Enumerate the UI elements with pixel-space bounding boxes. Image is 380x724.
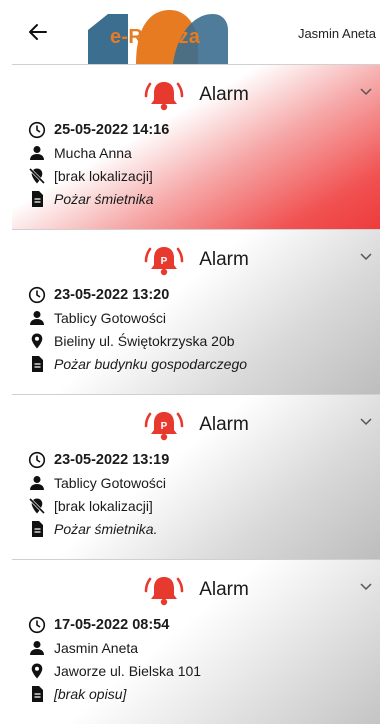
alarm-description-row: Pożar budynku gospodarczego [28, 353, 247, 375]
alarm-date: 23-05-2022 13:20 [54, 287, 170, 303]
alarm-description-row: Pożar śmietnika [28, 188, 154, 210]
clock-icon [28, 451, 46, 469]
alarm-person: Mucha Anna [54, 145, 132, 161]
alarm-description: Pożar śmietnika [54, 191, 154, 207]
logo-text: e-Remiza [110, 26, 201, 48]
alarm-date: 23-05-2022 13:19 [54, 452, 170, 468]
location-off-icon [28, 167, 46, 185]
location-off-icon [28, 497, 46, 515]
bell-p-icon: P [144, 247, 184, 276]
clock-icon [28, 121, 46, 139]
alarm-location: Bieliny ul. Świętokrzyska 20b [54, 333, 235, 349]
document-icon [32, 356, 43, 372]
document-icon [32, 521, 43, 537]
document-icon [32, 686, 43, 702]
alarm-date-row: 17-05-2022 08:54 [28, 614, 169, 636]
alarm-person: Jasmin Aneta [54, 640, 139, 656]
alarm-date: 17-05-2022 08:54 [54, 617, 170, 633]
chevron-down-icon[interactable] [358, 248, 374, 264]
alarm-card[interactable]: P Alarm 23-05-2022 13:20 Tablicy Gotowoś… [12, 229, 380, 394]
alarm-person-row: Tablicy Gotowości [28, 307, 166, 329]
clock-icon [28, 616, 46, 634]
alarm-description: Pożar śmietnika. [54, 521, 158, 537]
top-app-bar: e-Remiza Jasmin Aneta [0, 0, 380, 64]
alarm-header: Alarm [12, 572, 380, 608]
alarm-location-row: [brak lokalizacji] [28, 165, 153, 187]
clock-icon [28, 286, 46, 304]
location-pin-icon [31, 663, 43, 679]
alarm-date-row: 23-05-2022 13:20 [28, 284, 169, 306]
document-icon [32, 191, 43, 207]
alarm-title: Alarm [199, 84, 249, 105]
alarm-location-row: Jaworze ul. Bielska 101 [28, 660, 201, 682]
alarm-date-row: 25-05-2022 14:16 [28, 119, 169, 141]
alarm-location: [brak lokalizacji] [54, 498, 153, 514]
alarm-location: [brak lokalizacji] [54, 168, 153, 184]
alarm-title: Alarm [199, 249, 249, 270]
alarm-description-row: [brak opisu] [28, 683, 126, 705]
alarm-card[interactable]: P Alarm 23-05-2022 13:19 Tablicy Gotowoś… [12, 394, 380, 559]
alarm-header: Alarm [12, 77, 380, 113]
alarm-location-row: [brak lokalizacji] [28, 495, 153, 517]
arrow-left-icon [29, 24, 47, 40]
svg-text:P: P [161, 256, 168, 267]
alarm-card[interactable]: Alarm 17-05-2022 08:54 Jasmin Aneta Jawo… [12, 559, 380, 724]
person-icon [30, 146, 44, 160]
alarm-card[interactable]: Alarm 25-05-2022 14:16 Mucha Anna [brak … [12, 64, 380, 229]
location-pin-icon [31, 333, 43, 349]
alarm-person-row: Mucha Anna [28, 142, 132, 164]
alarm-location: Jaworze ul. Bielska 101 [54, 663, 202, 679]
person-icon [30, 476, 44, 490]
svg-text:P: P [161, 421, 168, 432]
alarm-list: Alarm 25-05-2022 14:16 Mucha Anna [brak … [12, 64, 380, 724]
person-icon [30, 311, 44, 325]
person-icon [30, 641, 44, 655]
alarm-person: Tablicy Gotowości [54, 475, 167, 491]
alarm-title: Alarm [199, 414, 249, 435]
alarm-header: P Alarm [12, 407, 380, 443]
alarm-person-row: Jasmin Aneta [28, 637, 138, 659]
user-name[interactable]: Jasmin Aneta [298, 26, 376, 41]
alarm-person-row: Tablicy Gotowości [28, 472, 166, 494]
alarm-date: 25-05-2022 14:16 [54, 122, 170, 138]
alarm-description: [brak opisu] [54, 686, 127, 702]
chevron-down-icon[interactable] [358, 578, 374, 594]
chevron-down-icon[interactable] [358, 413, 374, 429]
bell-p-icon: P [144, 412, 184, 441]
back-button[interactable] [24, 18, 52, 46]
alarm-description-row: Pożar śmietnika. [28, 518, 157, 540]
alarm-location-row: Bieliny ul. Świętokrzyska 20b [28, 330, 235, 352]
alarm-person: Tablicy Gotowości [54, 310, 167, 326]
bell-icon [144, 82, 184, 111]
alarm-date-row: 23-05-2022 13:19 [28, 449, 169, 471]
alarm-title: Alarm [199, 579, 249, 600]
alarm-description: Pożar budynku gospodarczego [54, 356, 248, 372]
chevron-down-icon[interactable] [358, 83, 374, 99]
alarm-header: P Alarm [12, 242, 380, 278]
bell-icon [144, 577, 184, 606]
